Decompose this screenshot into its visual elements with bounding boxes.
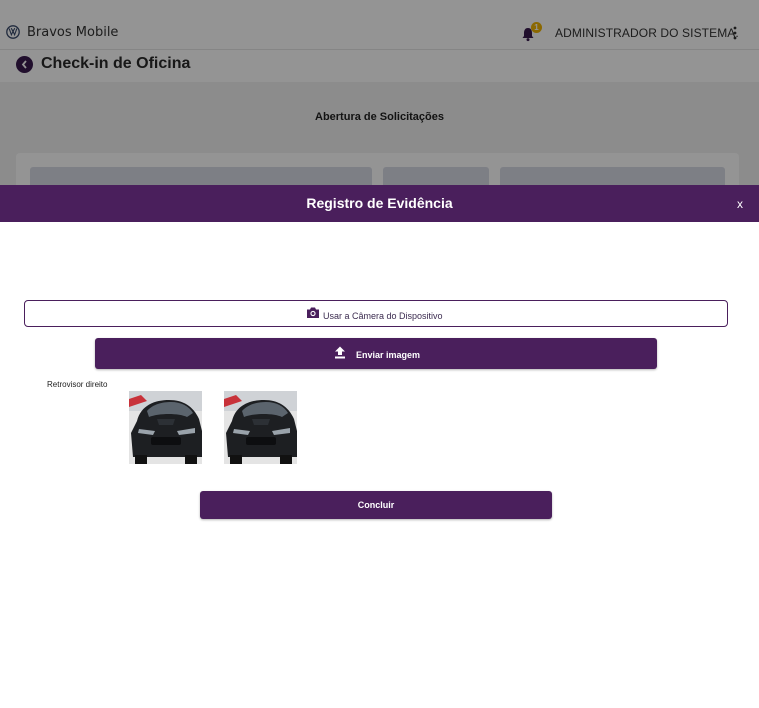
evidence-thumbnail[interactable] bbox=[129, 391, 202, 464]
evidence-thumbnail[interactable] bbox=[224, 391, 297, 464]
camera-button[interactable]: Usar a Câmera do Dispositivo bbox=[24, 300, 728, 327]
camera-icon bbox=[307, 307, 319, 318]
camera-button-label: Usar a Câmera do Dispositivo bbox=[323, 311, 443, 321]
car-photo bbox=[224, 391, 297, 464]
modal-header: Registro de Evidência x bbox=[0, 185, 759, 222]
modal-title: Registro de Evidência bbox=[306, 195, 453, 211]
conclude-button[interactable]: Concluir bbox=[200, 491, 552, 519]
close-button[interactable]: x bbox=[737, 197, 743, 211]
upload-image-button[interactable]: Enviar imagem bbox=[95, 338, 657, 369]
evidence-modal: Registro de Evidência x Usar a Câmera do… bbox=[0, 185, 759, 708]
upload-icon bbox=[335, 346, 345, 359]
upload-button-label: Enviar imagem bbox=[356, 350, 421, 360]
modal-backdrop bbox=[0, 0, 759, 185]
evidence-label: Retrovisor direito bbox=[47, 380, 108, 389]
car-photo bbox=[129, 391, 202, 464]
conclude-button-label: Concluir bbox=[357, 500, 395, 510]
